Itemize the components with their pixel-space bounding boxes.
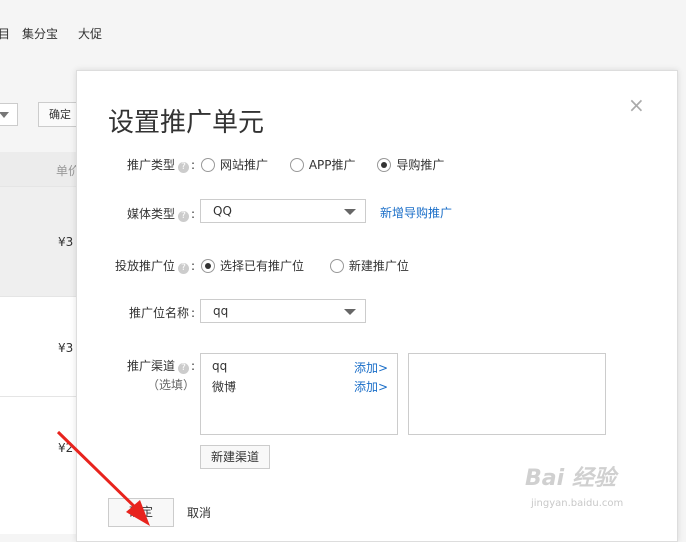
promo-type-radio-group: 网站推广 APP推广 导购推广 [201, 156, 462, 173]
nav-item-jifenbao[interactable]: 集分宝 [22, 25, 58, 42]
radio-circle-icon [201, 158, 215, 172]
channel-label: 推广渠道?: [126, 359, 195, 374]
select-value: QQ [213, 204, 232, 218]
price-cell: ¥3 [58, 341, 74, 355]
selected-channel-list[interactable] [408, 353, 606, 435]
radio-selected-icon [377, 158, 392, 172]
chevron-down-icon [344, 209, 356, 215]
confirm-button[interactable]: 确定 [108, 498, 174, 527]
placement-label-text: 投放推广位 [114, 259, 175, 273]
radio-label: 新建推广位 [348, 259, 409, 273]
channel-item-name: qq [212, 359, 228, 373]
channel-add-link[interactable]: 添加> [354, 359, 388, 376]
media-type-label: 媒体类型?: [126, 207, 195, 222]
chevron-down-icon [344, 309, 356, 315]
placement-name-label-text: 推广位名称 [128, 306, 189, 320]
radio-circle-icon [289, 158, 304, 172]
watermark-logo: Bai 经验 [525, 466, 616, 491]
radio-label: 选择已有推广位 [220, 259, 305, 273]
placement-radio-group: 选择已有推广位 新建推广位 [201, 257, 427, 274]
channel-item-name: 微博 [212, 380, 237, 394]
radio-website-promo[interactable]: 网站推广 [201, 156, 268, 173]
channel-add-link[interactable]: 添加> [354, 378, 388, 395]
new-shopping-guide-link[interactable]: 新增导购推广 [380, 204, 452, 221]
price-cell: ¥3 [58, 235, 74, 249]
channel-list: qq 添加> 微博 添加> [200, 353, 398, 435]
radio-label: 网站推广 [220, 158, 269, 172]
help-icon[interactable]: ? [177, 162, 189, 173]
select-value: qq [213, 304, 229, 318]
radio-label: APP推广 [308, 158, 356, 172]
channel-label-text: 推广渠道 [126, 359, 175, 373]
promo-type-label: 推广类型?: [126, 158, 195, 173]
help-icon[interactable]: ? [177, 211, 189, 222]
help-icon[interactable]: ? [177, 263, 189, 274]
radio-existing-placement[interactable]: 选择已有推广位 [201, 257, 304, 274]
promo-type-label-text: 推广类型 [126, 158, 175, 172]
media-type-label-text: 媒体类型 [126, 207, 175, 221]
radio-label: 导购推广 [396, 158, 445, 172]
baidu-jingyan-watermark: Bai 经验 jingyan.baidu.com [525, 460, 655, 520]
watermark-url: jingyan.baidu.com [531, 498, 624, 509]
placement-label: 投放推广位?: [114, 259, 195, 274]
price-cell: ¥2 [58, 441, 74, 455]
placement-name-select[interactable]: qq [200, 299, 366, 323]
nav-item-dacu[interactable]: 大促 [78, 25, 102, 42]
nav-item-partial[interactable]: 目 [0, 25, 10, 42]
radio-shopping-guide-promo[interactable]: 导购推广 [377, 156, 444, 173]
chevron-down-icon [0, 112, 9, 118]
radio-circle-icon [329, 259, 344, 273]
background-nav: 目 集分宝 大促 [0, 0, 686, 70]
media-type-select[interactable]: QQ [200, 199, 366, 223]
new-channel-button[interactable]: 新建渠道 [200, 445, 270, 469]
help-icon[interactable]: ? [177, 363, 189, 374]
radio-new-placement[interactable]: 新建推广位 [329, 257, 409, 274]
radio-app-promo[interactable]: APP推广 [289, 156, 356, 173]
dialog-title: 设置推广单元 [108, 108, 265, 138]
channel-optional-hint: （选填） [146, 378, 195, 392]
placement-name-label: 推广位名称: [128, 306, 195, 320]
cancel-link[interactable]: 取消 [187, 504, 211, 521]
radio-selected-icon [201, 259, 215, 273]
background-filter-select[interactable] [0, 103, 18, 126]
close-icon[interactable]: × [628, 95, 645, 115]
